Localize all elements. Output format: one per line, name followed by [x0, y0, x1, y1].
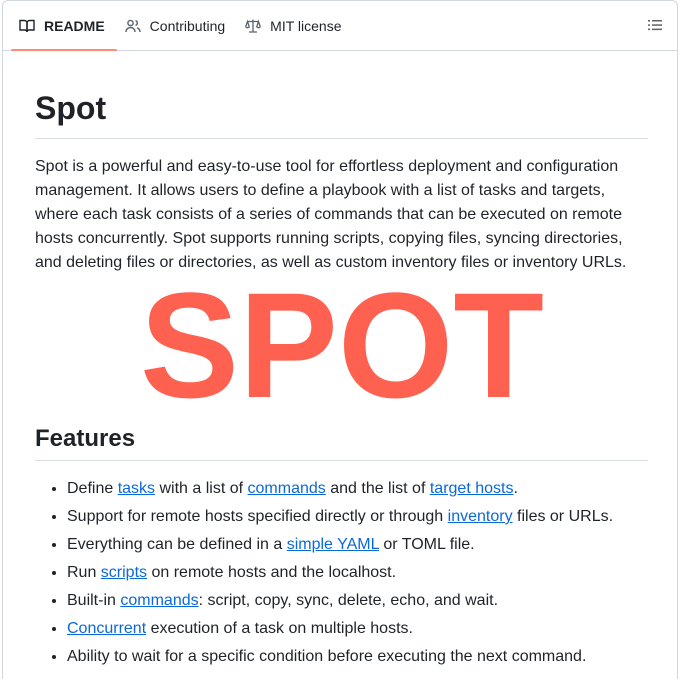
feature-text: on remote hosts and the localhost. [147, 564, 397, 581]
book-icon [19, 18, 35, 34]
tab-readme-label: README [44, 17, 105, 34]
features-list: Define tasks with a list of commands and… [35, 477, 648, 669]
outline-button[interactable] [647, 17, 665, 35]
feature-text: Run [67, 564, 101, 581]
readme-content: Spot Spot is a powerful and easy-to-use … [3, 88, 677, 669]
feature-item: Run scripts on remote hosts and the loca… [67, 561, 648, 585]
feature-link[interactable]: Concurrent [67, 620, 146, 637]
feature-text: files or URLs. [512, 508, 614, 525]
feature-text: with a list of [155, 480, 248, 497]
feature-item: Ability to wait for a specific condition… [67, 645, 648, 669]
feature-link[interactable]: tasks [118, 480, 155, 497]
readme-tab-bar: README Contributing MIT license [3, 1, 677, 51]
feature-text: Define [67, 480, 118, 497]
feature-text: Everything can be defined in a [67, 536, 287, 553]
feature-item: Everything can be defined in a simple YA… [67, 533, 648, 557]
feature-text: Support for remote hosts specified direc… [67, 508, 448, 525]
tab-license-label: MIT license [270, 17, 342, 34]
tab-license[interactable]: MIT license [237, 1, 353, 50]
law-scale-icon [245, 18, 262, 34]
spot-logo-text: SPOT [140, 289, 544, 403]
feature-item: Concurrent execution of a task on multip… [67, 617, 648, 641]
feature-text: Ability to wait for a specific condition… [67, 648, 587, 665]
feature-link[interactable]: target hosts [430, 480, 514, 497]
feature-text: or TOML file. [378, 536, 475, 553]
feature-link[interactable]: inventory [448, 508, 513, 525]
spot-logo: SPOT [35, 289, 648, 403]
tab-readme[interactable]: README [11, 1, 117, 51]
tab-contributing[interactable]: Contributing [117, 1, 238, 50]
feature-link[interactable]: simple YAML [287, 536, 379, 553]
feature-item: Support for remote hosts specified direc… [67, 505, 648, 529]
feature-item: Define tasks with a list of commands and… [67, 477, 648, 501]
readme-title: Spot [35, 88, 648, 139]
feature-link[interactable]: scripts [101, 564, 147, 581]
feature-text: Built-in [67, 592, 121, 609]
features-heading: Features [35, 424, 648, 461]
feature-text: . [513, 480, 518, 497]
readme-intro: Spot is a powerful and easy-to-use tool … [35, 158, 627, 271]
feature-text: execution of a task on multiple hosts. [146, 620, 413, 637]
people-icon [124, 18, 141, 34]
readme-panel: README Contributing MIT license Spot Spo… [2, 0, 678, 679]
feature-text: and the list of [325, 480, 430, 497]
feature-item: Built-in commands: script, copy, sync, d… [67, 589, 648, 613]
feature-link[interactable]: commands [248, 480, 326, 497]
tab-contributing-label: Contributing [149, 17, 226, 34]
list-unordered-icon [647, 20, 663, 37]
feature-link[interactable]: commands [120, 592, 198, 609]
feature-text: : script, copy, sync, delete, echo, and … [198, 592, 499, 609]
